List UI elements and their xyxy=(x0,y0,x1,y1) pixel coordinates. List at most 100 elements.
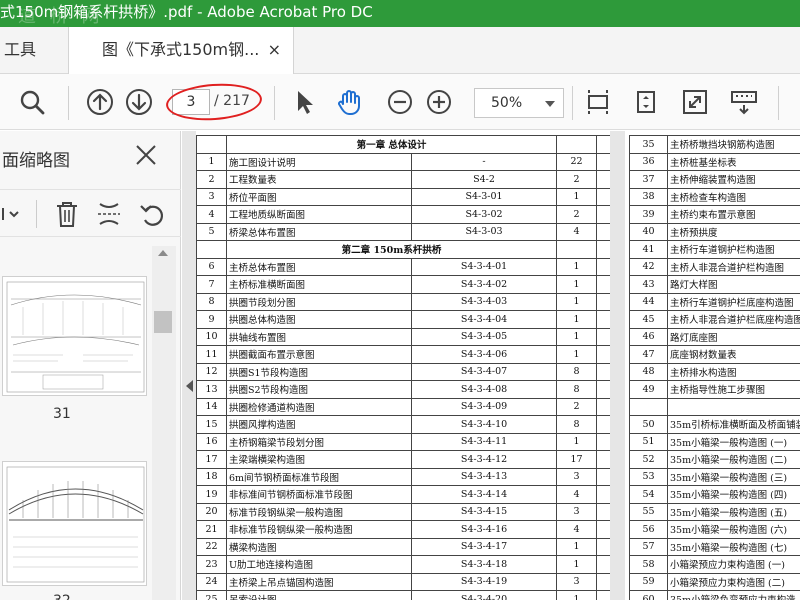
zoom-in-icon[interactable] xyxy=(425,88,453,116)
tab-document[interactable]: 图《下承式150m钢... × xyxy=(68,27,294,75)
table-cell: 主桥总体布置图 xyxy=(226,257,412,276)
hand-tool-icon[interactable] xyxy=(336,88,364,116)
table-cell: 22 xyxy=(196,537,227,556)
table-cell: 主桥预拱度 xyxy=(667,222,800,241)
table-cell: 1 xyxy=(556,292,597,311)
table-cell: 35 xyxy=(629,135,668,154)
tab-tools[interactable]: 工具 xyxy=(0,27,68,74)
index-table-body: 35 主桥桥墩挡块钢筋构造图 36 主桥桩基坐标表 37 主桥伸缩装置构造图 38 主桥检查车… xyxy=(629,135,800,600)
table-cell: 49 xyxy=(629,380,668,399)
table-cell: 9 xyxy=(196,310,227,329)
table-cell: 57 xyxy=(629,537,668,556)
table-cell: 主桥人非混合道护栏构造图 xyxy=(667,257,800,276)
table-row: 18 6m间节钢桥面标准节段图 S4-3-4-13 3 xyxy=(196,467,610,486)
scroll-up-arrow-icon[interactable] xyxy=(158,250,168,256)
table-cell: 8 xyxy=(556,380,597,399)
page-thumbnail-32[interactable] xyxy=(2,461,147,586)
page-thumbnail-31[interactable] xyxy=(2,276,147,396)
collapse-panel-icon[interactable] xyxy=(186,380,193,392)
panel-title: 面缩略图 xyxy=(2,151,70,171)
table-cell: 2 xyxy=(556,170,597,189)
select-arrow-icon[interactable] xyxy=(290,88,318,116)
table-cell: S4-3-01 xyxy=(411,187,557,206)
table-cell: S4-3-4-15 xyxy=(411,502,557,521)
search-icon[interactable] xyxy=(18,88,46,116)
extract-pages-icon[interactable] xyxy=(96,200,122,228)
table-cell: 37 xyxy=(629,170,668,189)
table-cell: S4-3-4-04 xyxy=(411,310,557,329)
table-cell: 4 xyxy=(556,485,597,504)
table-cell: 8 xyxy=(556,362,597,381)
table-cell: 3 xyxy=(196,187,227,206)
table-cell: 13 xyxy=(196,380,227,399)
table-row: 15 拱圈风撑构造图 S4-3-4-10 8 xyxy=(196,415,610,434)
table-row: 55 35m小箱梁一般构造图 (五) xyxy=(629,502,800,521)
table-cell: 41 xyxy=(629,240,668,259)
table-cell: 40 xyxy=(629,222,668,241)
close-icon[interactable] xyxy=(135,144,157,166)
table-row: 4 工程地质纵断面图 S4-3-02 2 xyxy=(196,205,610,224)
keyboard-icon[interactable] xyxy=(730,88,758,116)
table-cell xyxy=(596,187,610,206)
table-row: 35 主桥桥墩挡块钢筋构造图 xyxy=(629,135,800,154)
zoom-out-icon[interactable] xyxy=(386,88,414,116)
table-cell xyxy=(596,415,610,434)
table-cell xyxy=(556,135,597,154)
table-cell xyxy=(596,205,610,224)
table-cell: 15 xyxy=(196,415,227,434)
zoom-dropdown[interactable]: 50% xyxy=(474,88,564,118)
options-chevron-icon[interactable] xyxy=(2,204,22,224)
table-cell: S4-3-4-01 xyxy=(411,257,557,276)
table-cell: 18 xyxy=(196,467,227,486)
table-cell xyxy=(629,397,668,416)
table-cell: 53 xyxy=(629,467,668,486)
table-cell: 主桥行车道钢护栏构造图 xyxy=(667,240,800,259)
table-cell: 3 xyxy=(556,502,597,521)
table-cell xyxy=(596,537,610,556)
fit-page-icon[interactable] xyxy=(584,88,612,116)
table-cell: 46 xyxy=(629,327,668,346)
table-cell: 主桥排水构造图 xyxy=(667,362,800,381)
full-screen-icon[interactable] xyxy=(681,88,709,116)
tab-bar: 工具 图《下承式150m钢... × xyxy=(0,27,800,75)
table-cell: 7 xyxy=(196,275,227,294)
table-cell: 标准节段钢纵梁一般构造图 xyxy=(226,502,412,521)
chapter-title: 第一章 总体设计 xyxy=(226,135,557,154)
undo-icon[interactable] xyxy=(138,200,166,228)
close-tab-icon[interactable]: × xyxy=(268,27,281,73)
page-up-icon[interactable] xyxy=(86,88,114,116)
table-cell xyxy=(596,555,610,574)
scrollbar-thumb[interactable] xyxy=(154,311,172,333)
table-cell: 20 xyxy=(196,502,227,521)
table-cell: 55 xyxy=(629,502,668,521)
table-cell: 6 xyxy=(196,257,227,276)
table-row: 37 主桥伸缩装置构造图 xyxy=(629,170,800,189)
table-cell: 24 xyxy=(196,572,227,591)
table-row: 39 主桥约束布置示意图 xyxy=(629,205,800,224)
toolbar-separator xyxy=(572,86,573,120)
table-row: 6035m小箱梁负弯预应力束构造 xyxy=(629,590,800,600)
table-cell: 36 xyxy=(629,152,668,171)
table-row: 9 拱圈总体构造图 S4-3-4-04 1 xyxy=(196,310,610,329)
thumbnail-scrollbar[interactable] xyxy=(152,246,176,600)
table-cell: S4-2 xyxy=(411,170,557,189)
table-cell: 45 xyxy=(629,310,668,329)
table-cell: 1 xyxy=(556,432,597,451)
trash-icon[interactable] xyxy=(54,200,80,228)
thumbnail-drawing xyxy=(6,466,145,583)
page-down-icon[interactable] xyxy=(125,88,153,116)
table-cell: 工程地质纵断面图 xyxy=(226,205,412,224)
table-row: 8 拱圈节段划分图 S4-3-4-03 1 xyxy=(196,292,610,311)
table-row: 17 主梁端横梁构造图 S4-3-4-12 17 xyxy=(196,450,610,469)
table-cell xyxy=(596,485,610,504)
table-cell: 22 xyxy=(556,152,597,171)
scroll-mode-icon[interactable] xyxy=(632,88,660,116)
table-row: 42 主桥人非混合道护栏构造图 xyxy=(629,257,800,276)
table-cell: 60 xyxy=(629,590,668,600)
table-cell xyxy=(596,502,610,521)
table-cell: 1 xyxy=(556,257,597,276)
table-row: 5 桥梁总体布置图 S4-3-03 4 xyxy=(196,222,610,241)
table-cell: 51 xyxy=(629,432,668,451)
table-cell: 59 xyxy=(629,572,668,591)
table-cell: 主桥桥墩挡块钢筋构造图 xyxy=(667,135,800,154)
